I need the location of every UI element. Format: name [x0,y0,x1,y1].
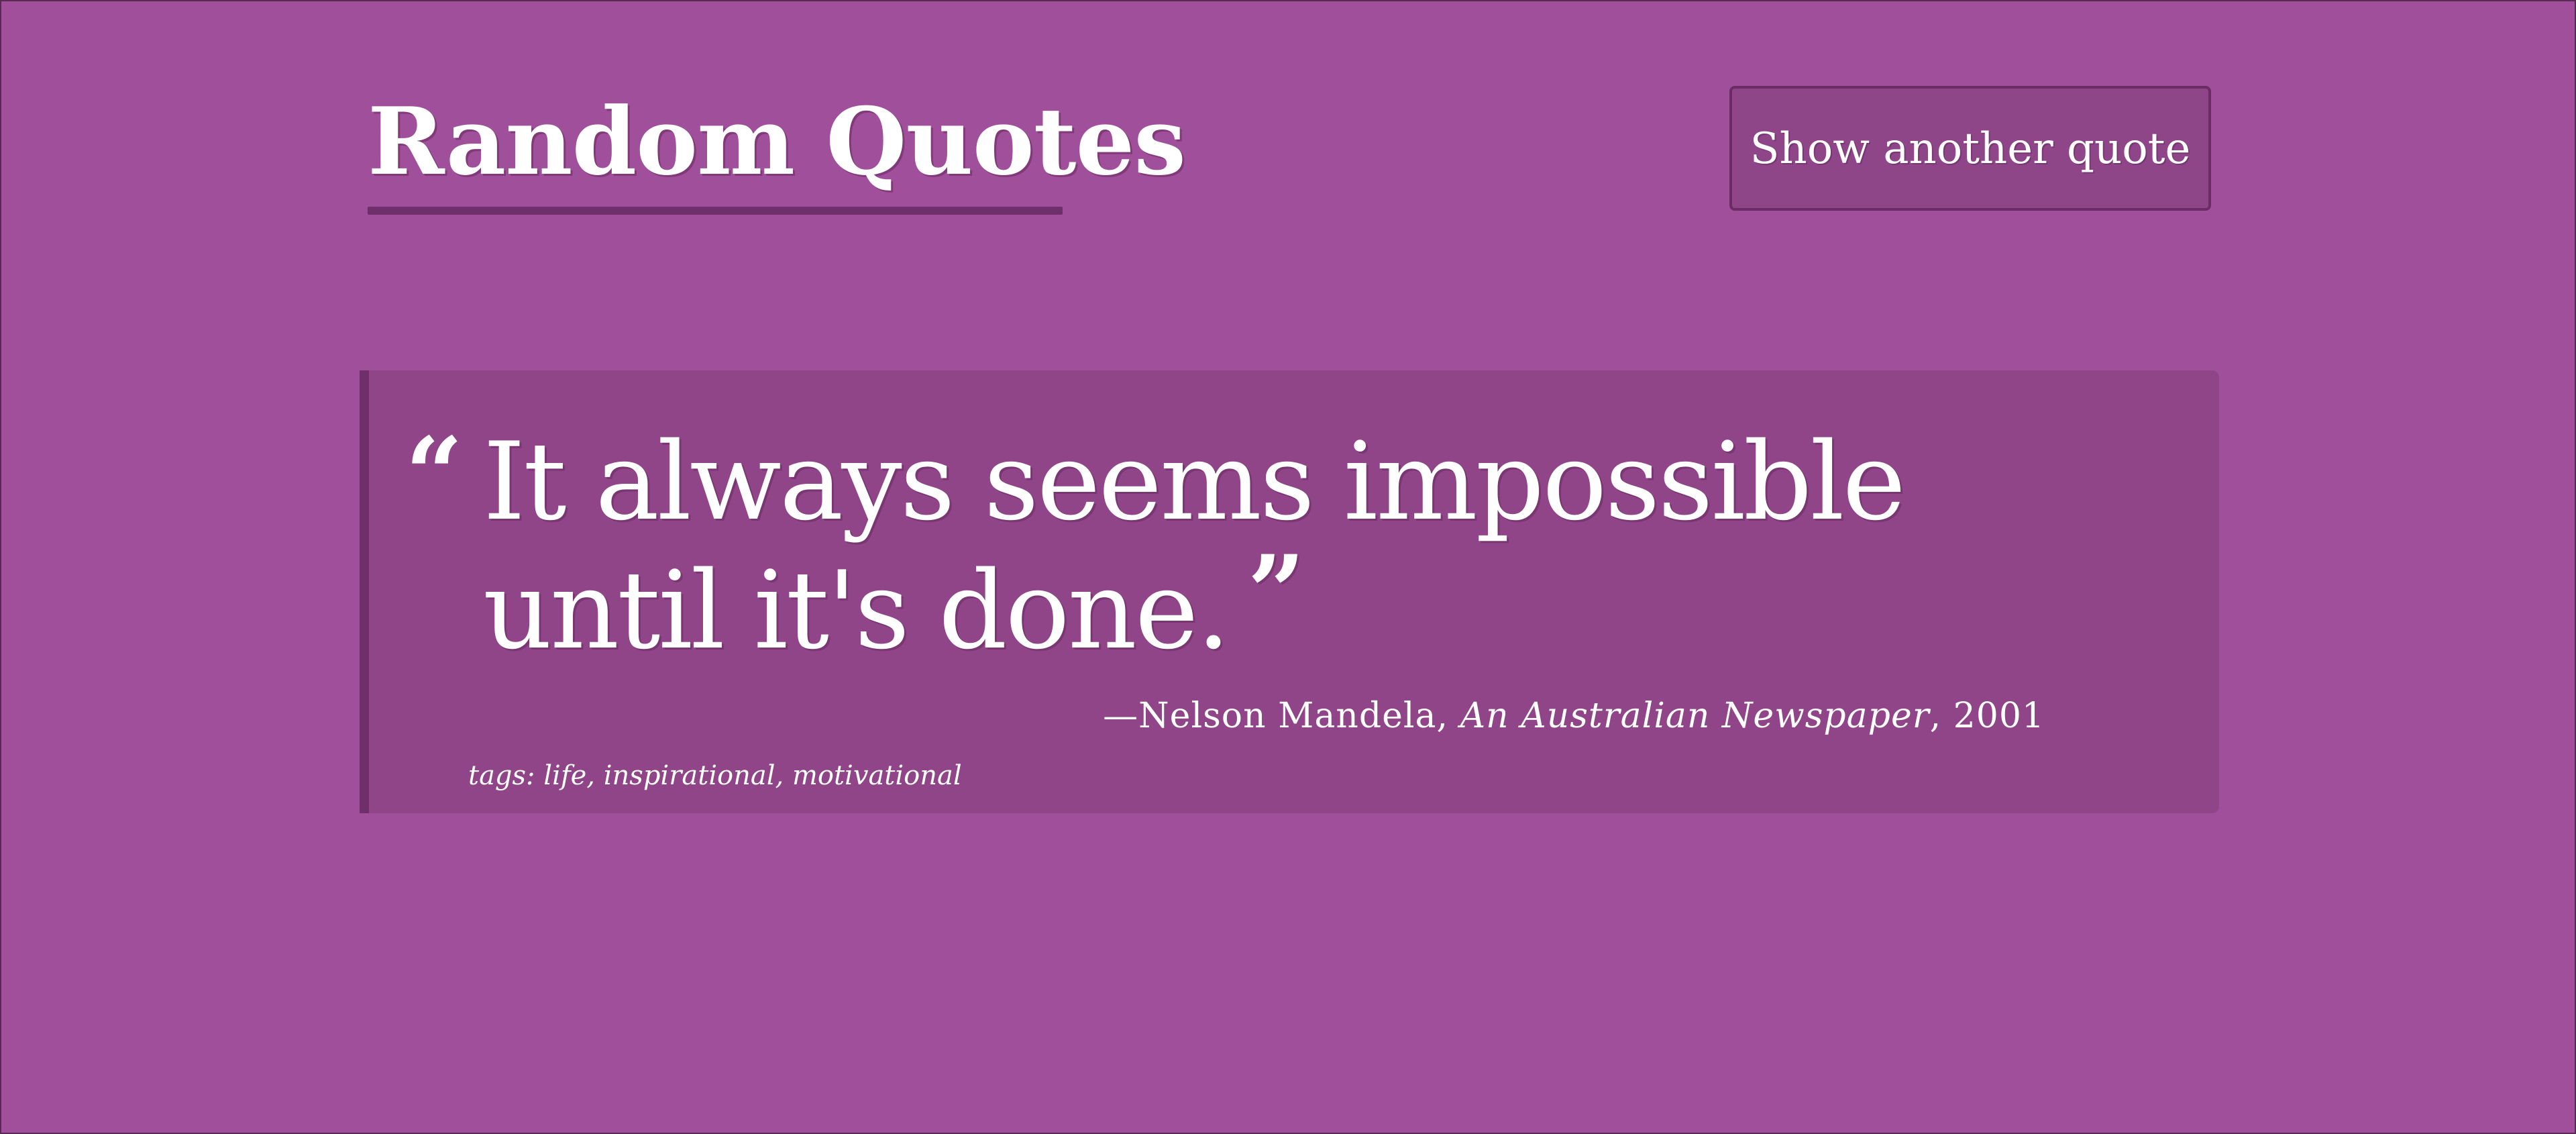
quote-attribution: —Nelson Mandela, An Australian Newspaper… [1103,695,2045,737]
quote-text: It always seems impossible until it's do… [483,419,1906,673]
quote-author: —Nelson Mandela, [1103,696,1460,736]
quote-tags: tags: life, inspirational, motivational [468,760,962,791]
show-another-quote-button[interactable]: Show another quote [1729,86,2211,211]
close-quote-icon: ” [1247,533,1305,652]
site-title[interactable]: Random Quotes [368,95,1186,188]
open-quote-icon: “ [405,415,464,533]
quote-source: An Australian Newspaper [1460,696,1930,736]
page: Random Quotes Show another quote “ It al… [1,1,2575,1133]
quote-text-block: It always seems impossible until it's do… [483,417,2093,675]
title-underline [368,207,1063,215]
quote-card: “ It always seems impossible until it's … [360,370,2219,813]
quote-year: , 2001 [1929,696,2045,736]
